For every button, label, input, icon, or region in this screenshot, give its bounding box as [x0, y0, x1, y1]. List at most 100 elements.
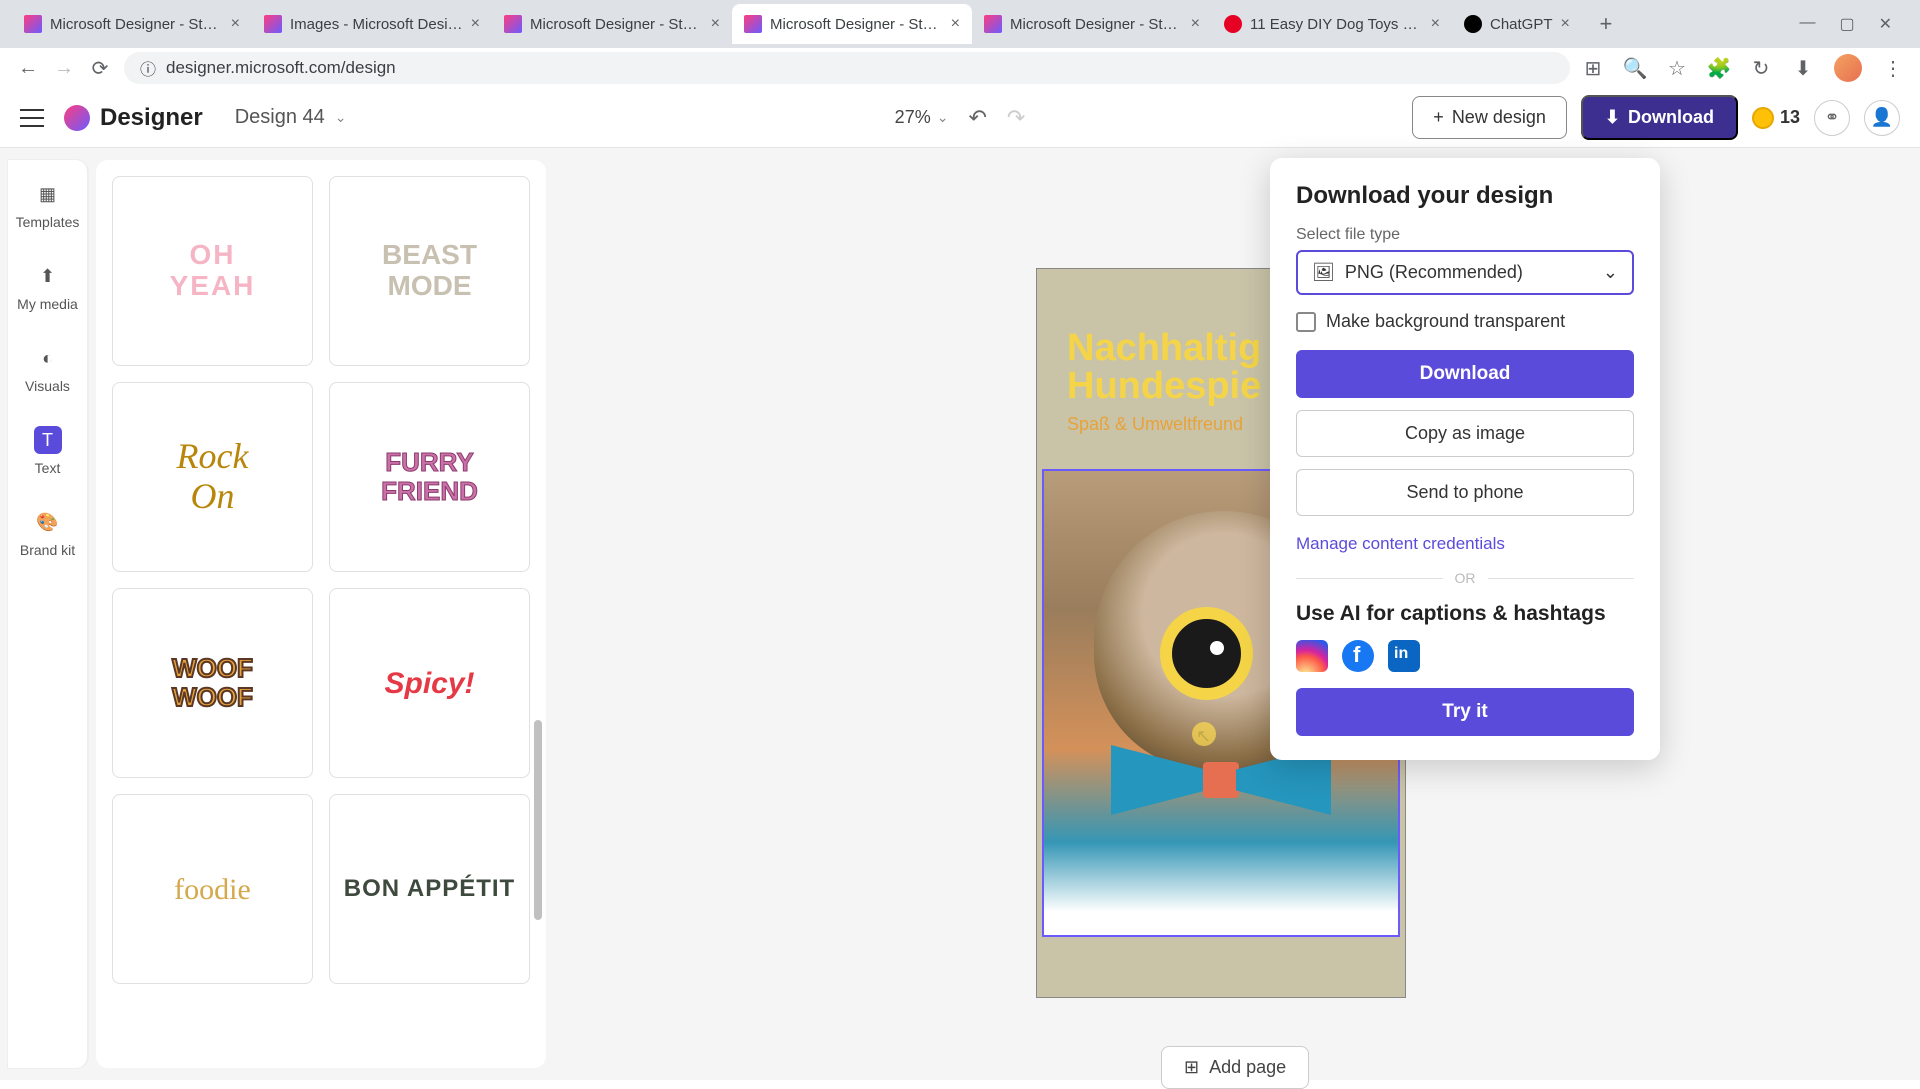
zoom-lens-icon[interactable]: 🔍 — [1624, 57, 1646, 79]
facebook-icon[interactable] — [1342, 640, 1374, 672]
download-button[interactable]: Download — [1296, 350, 1634, 398]
close-icon[interactable]: × — [1191, 15, 1200, 33]
file-type-label: Select file type — [1296, 226, 1634, 244]
undo-icon[interactable]: ↶ — [968, 105, 986, 131]
text-preset[interactable]: OH YEAH — [112, 176, 313, 366]
zoom-value: 27% — [895, 107, 931, 128]
text-preset[interactable]: BON APPÉTIT — [329, 794, 530, 984]
url-text: designer.microsoft.com/design — [166, 58, 396, 78]
transparent-bg-checkbox[interactable]: Make background transparent — [1296, 311, 1634, 332]
tab-title: Images - Microsoft Designer — [290, 16, 463, 33]
linkedin-icon[interactable] — [1388, 640, 1420, 672]
extensions-icon[interactable]: 🧩 — [1708, 57, 1730, 79]
close-icon[interactable]: × — [231, 15, 240, 33]
rail-label: Visuals — [25, 378, 70, 394]
text-preset[interactable]: foodie — [112, 794, 313, 984]
credits-value: 13 — [1780, 107, 1800, 128]
favicon-icon — [1224, 15, 1242, 33]
favicon-icon — [1464, 15, 1482, 33]
favicon-icon — [504, 15, 522, 33]
site-info-icon[interactable]: ⓘ — [140, 56, 156, 80]
profile-avatar[interactable] — [1834, 54, 1862, 82]
try-it-button[interactable]: Try it — [1296, 688, 1634, 736]
chevron-down-icon: ⌄ — [1603, 262, 1618, 283]
rail-brand-kit[interactable]: 🎨Brand kit — [8, 504, 87, 562]
menu-icon[interactable]: ⋮ — [1882, 57, 1904, 79]
close-icon[interactable]: × — [471, 15, 480, 33]
rail-label: My media — [17, 296, 78, 312]
canvas-subheading[interactable]: Spaß & Umweltfreund — [1067, 414, 1243, 435]
dog-monocle-graphic — [1164, 611, 1249, 696]
file-type-select[interactable]: 🖼 PNG (Recommended) ⌄ — [1296, 250, 1634, 295]
reload-icon[interactable]: ⟳ — [88, 56, 112, 80]
text-preset[interactable]: Rock On — [112, 382, 313, 572]
close-icon[interactable]: × — [951, 15, 960, 33]
browser-tab-active[interactable]: Microsoft Designer - Stunning× — [732, 4, 972, 44]
maximize-icon[interactable]: ▢ — [1839, 14, 1854, 34]
browser-tab[interactable]: Microsoft Designer - Stunning× — [12, 4, 252, 44]
text-preset[interactable]: WOOF WOOF — [112, 588, 313, 778]
rail-label: Text — [35, 460, 61, 476]
brand-logo[interactable]: Designer — [64, 104, 203, 132]
close-icon[interactable]: × — [1561, 15, 1570, 33]
preset-label: foodie — [174, 873, 251, 906]
preset-label: BEAST MODE — [382, 240, 477, 302]
manage-credentials-link[interactable]: Manage content credentials — [1296, 534, 1634, 554]
install-icon[interactable]: ⊞ — [1582, 57, 1604, 79]
canvas-heading[interactable]: Nachhaltig Hundespie — [1067, 329, 1261, 405]
add-page-button[interactable]: ⊞ Add page — [1161, 1046, 1309, 1089]
minimize-icon[interactable]: — — [1799, 14, 1815, 34]
download-header-button[interactable]: ⬇ Download — [1581, 95, 1738, 140]
new-tab-button[interactable]: + — [1590, 8, 1622, 40]
new-design-button[interactable]: + New design — [1412, 96, 1567, 139]
browser-tab[interactable]: Images - Microsoft Designer × — [252, 4, 492, 44]
rail-templates[interactable]: ▦ Templates — [8, 176, 87, 234]
text-presets-panel: OH YEAH BEAST MODE Rock On FURRY FRIEND … — [96, 160, 546, 1068]
close-icon[interactable]: × — [711, 15, 720, 33]
back-icon[interactable]: ← — [16, 56, 40, 80]
url-input[interactable]: ⓘ designer.microsoft.com/design — [124, 52, 1570, 84]
credits-badge[interactable]: 13 — [1752, 107, 1800, 129]
relaunch-icon[interactable]: ↻ — [1750, 57, 1772, 79]
rail-text[interactable]: TText — [8, 422, 87, 480]
scrollbar-thumb[interactable] — [534, 720, 542, 920]
favicon-icon — [744, 15, 762, 33]
instagram-icon[interactable] — [1296, 640, 1328, 672]
downloads-icon[interactable]: ⬇ — [1792, 57, 1814, 79]
hamburger-icon[interactable] — [20, 109, 44, 127]
download-label: Download — [1628, 107, 1714, 128]
send-to-phone-button[interactable]: Send to phone — [1296, 469, 1634, 516]
preset-label: FURRY FRIEND — [381, 448, 478, 505]
or-divider: OR — [1296, 570, 1634, 586]
copy-image-button[interactable]: Copy as image — [1296, 410, 1634, 457]
window-controls: — ▢ ✕ — [1799, 14, 1908, 34]
close-window-icon[interactable]: ✕ — [1879, 14, 1892, 34]
text-preset[interactable]: Spicy! — [329, 588, 530, 778]
download-panel: Download your design Select file type 🖼 … — [1270, 158, 1660, 760]
app-header: Designer Design 44 ⌄ 27% ⌄ ↶ ↷ + New des… — [0, 88, 1920, 148]
close-icon[interactable]: × — [1431, 15, 1440, 33]
account-icon[interactable]: 👤 — [1864, 100, 1900, 136]
rail-visuals[interactable]: ◐Visuals — [8, 340, 87, 398]
download-panel-title: Download your design — [1296, 182, 1634, 210]
design-name-label: Design 44 — [235, 106, 325, 129]
browser-tab[interactable]: Microsoft Designer - Stunning× — [492, 4, 732, 44]
text-preset[interactable]: BEAST MODE — [329, 176, 530, 366]
chevron-down-icon: ⌄ — [335, 109, 347, 126]
brand-name: Designer — [100, 104, 203, 132]
bookmark-icon[interactable]: ☆ — [1666, 57, 1688, 79]
text-preset[interactable]: FURRY FRIEND — [329, 382, 530, 572]
rail-label: Brand kit — [20, 542, 75, 558]
preset-label: BON APPÉTIT — [344, 876, 515, 902]
browser-tab[interactable]: 11 Easy DIY Dog Toys Using Fr× — [1212, 4, 1452, 44]
design-name-dropdown[interactable]: Design 44 ⌄ — [235, 106, 347, 129]
share-icon[interactable]: ⚭ — [1814, 100, 1850, 136]
browser-tab[interactable]: Microsoft Designer - Stunning× — [972, 4, 1212, 44]
canvas-area[interactable]: Nachhaltig Hundespie Spaß & Umweltfreund… — [546, 148, 1920, 1080]
rail-media[interactable]: ⬆My media — [8, 258, 87, 316]
templates-icon: ▦ — [34, 180, 62, 208]
rail-label: Templates — [16, 214, 80, 230]
browser-tab[interactable]: ChatGPT× — [1452, 4, 1582, 44]
image-icon: 🖼 — [1312, 262, 1335, 283]
zoom-dropdown[interactable]: 27% ⌄ — [895, 107, 949, 128]
